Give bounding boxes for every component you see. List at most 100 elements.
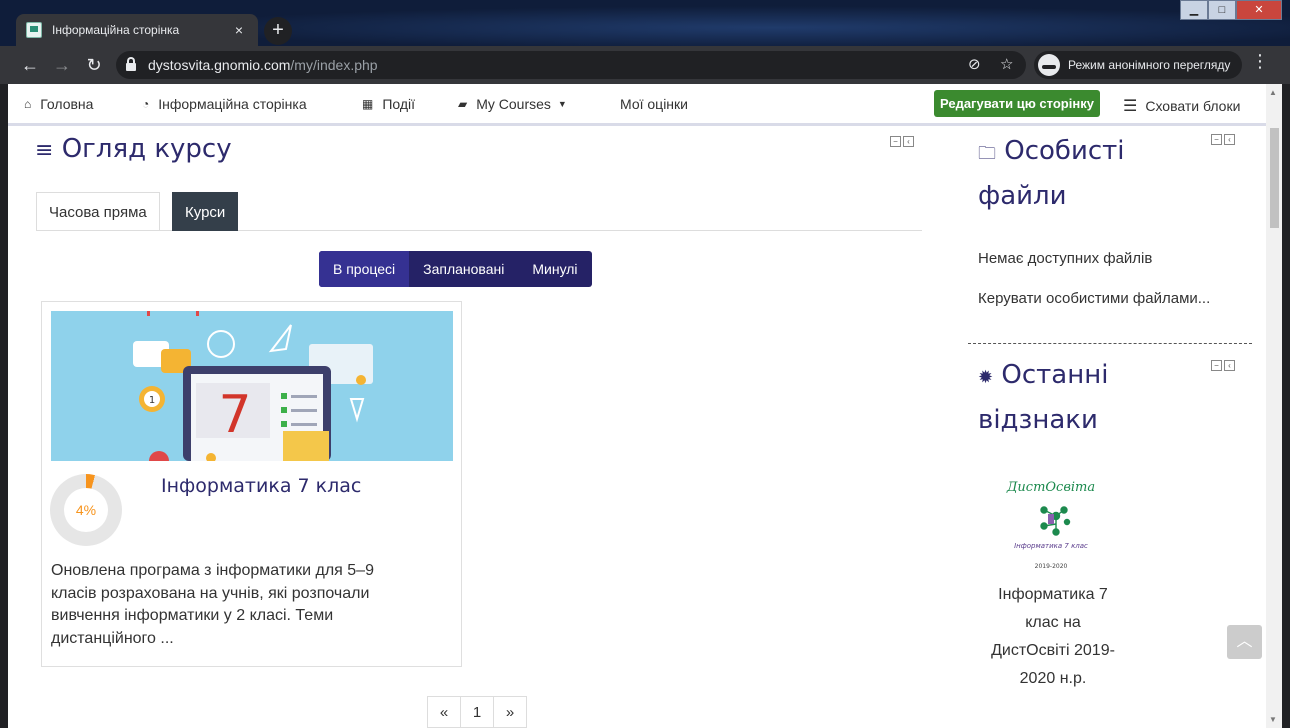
collapse-icon[interactable]: − [890,136,901,147]
nav-grades[interactable]: Мої оцінки [620,96,688,112]
course-progress-ring: 4% [50,474,122,546]
scroll-down-icon[interactable]: ▼ [1269,715,1277,724]
chevron-up-icon: ︿ [1236,633,1253,650]
window-controls: ▁ □ ✕ [1180,0,1282,20]
site-navbar: ⌂ Головна ◔ Інформаційна сторінка ▦ Поді… [8,84,1266,126]
nav-my-courses[interactable]: ▰ My Courses ▼ [458,96,567,112]
course-filter: В процесі Заплановані Минулі [319,251,592,287]
nav-dashboard-label: Інформаційна сторінка [158,96,307,112]
nav-home[interactable]: ⌂ Головна [24,96,93,112]
filter-future[interactable]: Заплановані [409,251,518,287]
latest-badges-title-line2: відзнаки [978,405,1098,435]
browser-toolbar: ← → ↻ dystosvita.gnomio.com/my/index.php… [0,46,1290,84]
home-icon: ⌂ [24,97,32,111]
nav-dashboard[interactable]: ◔ Інформаційна сторінка [142,96,307,112]
manage-files-link[interactable]: Керувати особистими файлами... [978,290,1210,307]
back-to-top-button[interactable]: ︿ [1227,625,1262,659]
nav-my-courses-label: My Courses [476,96,551,112]
badge-logo-title: ДистОсвіта [1006,480,1095,495]
private-files-title-line2: файли [978,181,1067,211]
incognito-icon [1038,54,1060,76]
url-path: /my/index.php [290,57,378,73]
bars-icon: ≡ [35,138,54,163]
dock-icon[interactable]: ‹ [1224,360,1235,371]
scrollbar-thumb[interactable] [1270,128,1279,228]
image-digit-text: 7 [218,385,251,445]
dashboard-icon: ◔ [142,97,150,111]
course-overview-tabs: Часова пряма Курси [36,192,922,231]
collapse-icon[interactable]: − [1211,134,1222,145]
badge-logo-subtitle: Інформатика 7 клас [1014,542,1088,550]
edit-page-button[interactable]: Редагувати цю сторінку [934,90,1100,117]
hide-blocks-label: Сховати блоки [1145,98,1241,114]
dock-icon[interactable]: ‹ [1224,134,1235,145]
nav-events-label: Події [382,96,416,112]
incognito-indicator[interactable]: Режим анонімного перегляду [1034,51,1242,79]
image-badge-text: 1 [149,395,155,406]
tab-timeline[interactable]: Часова пряма [36,192,160,231]
course-name-link[interactable]: Інформатика 7 клас [161,475,361,497]
back-arrow-icon[interactable]: ← [14,49,46,81]
briefcase-icon: ▰ [458,97,468,111]
badge-name-link[interactable]: Інформатика 7 клас на ДистОсвіті 2019-20… [986,581,1120,693]
scroll-up-icon[interactable]: ▲ [1269,88,1277,97]
forward-arrow-icon[interactable]: → [46,49,78,81]
tab-close-icon[interactable]: × [230,22,248,38]
nav-events[interactable]: ▦ Події [362,96,415,112]
no-files-text: Немає доступних файлів [978,250,1153,267]
minimize-icon[interactable]: ▁ [1180,0,1208,20]
course-description: Оновлена програма з інформатики для 5–9 … [51,562,374,647]
course-progress-label: 4% [64,488,108,532]
course-image[interactable]: 1 7 [51,311,453,461]
incognito-label: Режим анонімного перегляду [1068,58,1231,72]
browser-menu-icon[interactable]: ⋮ [1250,51,1270,72]
course-card[interactable]: 1 7 4% Інформатика 7 клас Оновлена прогр… [41,301,462,667]
course-illustration: 1 7 [133,311,373,461]
latest-badges-title: ✹ Останні відзнаки [978,354,1108,442]
private-files-controls: − ‹ [1211,134,1235,145]
pagination: « 1 » [427,696,527,728]
tab-title: Інформаційна сторінка [52,23,180,37]
maximize-icon[interactable]: □ [1208,0,1236,20]
pagination-page-1[interactable]: 1 [460,696,494,728]
block-controls: − ‹ [890,136,914,147]
course-overview-title-text: Огляд курсу [61,134,232,164]
url-host: dystosvita.gnomio.com [148,57,291,73]
window-titlebar: Інформаційна сторінка × + ▁ □ ✕ [0,0,1290,46]
filter-in-progress[interactable]: В процесі [319,251,410,287]
pagination-prev[interactable]: « [427,696,461,728]
block-divider [968,343,1252,344]
star-icon[interactable]: ☆ [1000,55,1013,73]
window-close-icon[interactable]: ✕ [1236,0,1282,20]
filter-past[interactable]: Минулі [518,251,591,287]
favicon-icon [26,22,42,38]
private-files-title-line1: Особисті [1004,136,1125,166]
badge-image[interactable]: ДистОсвіта Інформатика 7 клас 2019-2020 [1004,476,1098,572]
calendar-icon: ▦ [362,97,374,111]
course-overview-title: ≡ Огляд курсу [35,134,232,164]
list-indent-icon: ☰ [1123,98,1138,115]
private-files-title: 🗀 Особисті файли [978,130,1125,218]
badge-logo: ДистОсвіта Інформатика 7 клас 2019-2020 [1006,480,1095,570]
tab-courses[interactable]: Курси [172,192,239,231]
browser-tab[interactable]: Інформаційна сторінка × [16,14,258,46]
address-bar[interactable]: dystosvita.gnomio.com/my/index.php ⊘ ☆ [116,51,1026,79]
hide-blocks-button[interactable]: ☰ Сховати блоки [1123,96,1240,116]
latest-badges-controls: − ‹ [1211,360,1235,371]
nav-grades-label: Мої оцінки [620,96,688,112]
new-tab-button[interactable]: + [264,17,292,45]
chevron-down-icon: ▼ [557,99,567,109]
nav-home-label: Головна [40,96,94,112]
pagination-next[interactable]: » [493,696,527,728]
latest-badges-title-line1: Останні [1001,360,1109,390]
eye-slash-icon[interactable]: ⊘ [968,55,981,73]
reload-icon[interactable]: ↻ [78,49,110,81]
page-viewport: ⌂ Головна ◔ Інформаційна сторінка ▦ Поді… [8,84,1282,728]
lock-icon [126,57,136,71]
page-scrollbar[interactable]: ▲ ▼ [1266,84,1282,728]
badge-logo-year: 2019-2020 [1035,563,1068,570]
collapse-icon[interactable]: − [1211,360,1222,371]
dock-icon[interactable]: ‹ [903,136,914,147]
certificate-icon: ✹ [978,367,994,388]
folder-icon: 🗀 [978,143,996,164]
